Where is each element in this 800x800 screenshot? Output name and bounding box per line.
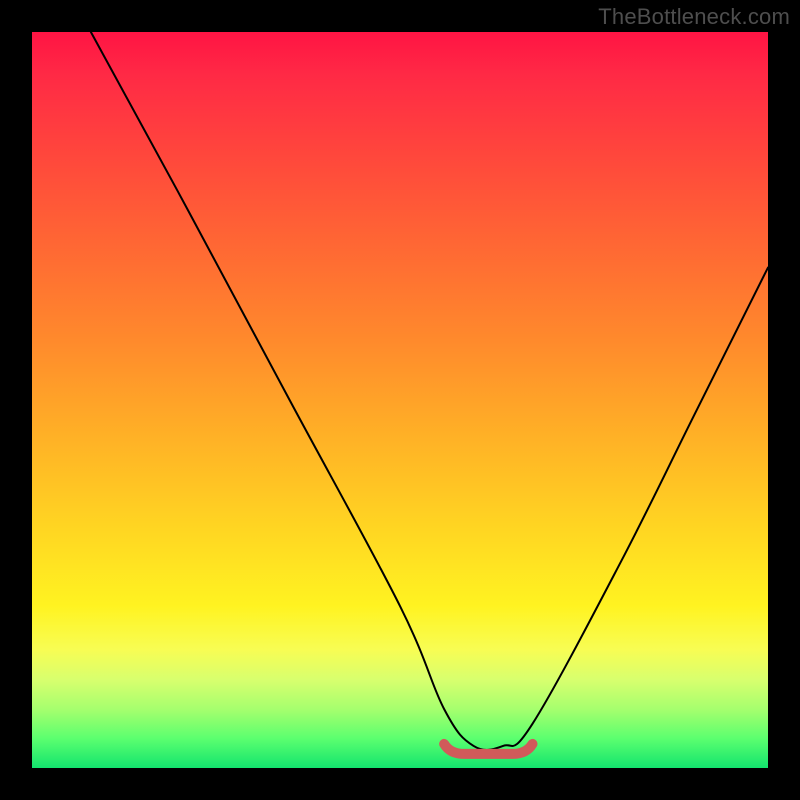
valley-highlight (444, 744, 532, 754)
curve-layer (32, 32, 768, 768)
watermark-text: TheBottleneck.com (598, 4, 790, 30)
plot-area (32, 32, 768, 768)
chart-frame: TheBottleneck.com (0, 0, 800, 800)
bottleneck-curve (91, 32, 768, 750)
